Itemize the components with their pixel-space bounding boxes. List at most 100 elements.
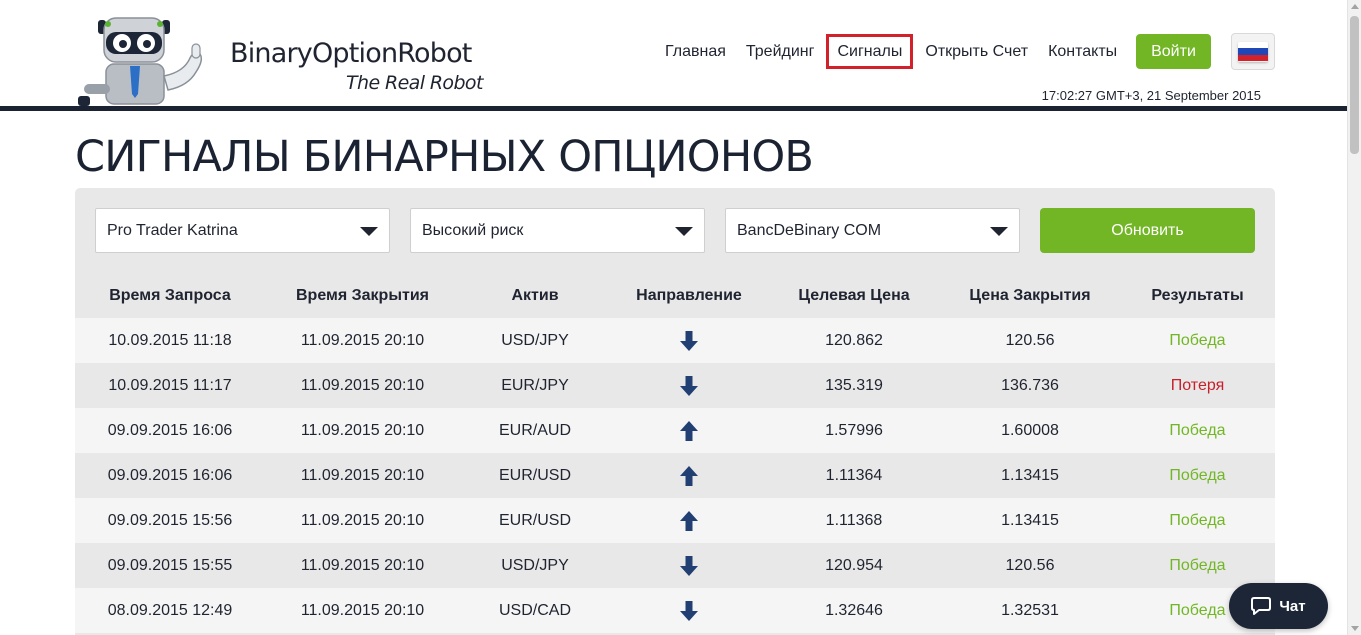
cell-close-time: 11.09.2015 20:10 (300, 376, 425, 394)
brand-tagline: The Real Robot (346, 72, 483, 94)
cell-request-time: 09.09.2015 15:55 (107, 556, 233, 574)
cell-close-price: 120.56 (1005, 556, 1055, 574)
cell-close-time: 11.09.2015 20:10 (300, 511, 425, 529)
column-header-target-price: Целевая Цена (798, 287, 910, 304)
server-datetime: 17:02:27 GMT+3, 21 September 2015 (1041, 88, 1261, 103)
table-row: 09.09.2015 15:55 11.09.2015 20:10 USD/JPY 1… (75, 543, 1275, 588)
cell-close-price: 1.13415 (1001, 511, 1059, 529)
cell-close-time: 11.09.2015 20:10 (300, 556, 425, 574)
column-header-close-price: Цена Закрытия (969, 287, 1091, 304)
cell-direction (610, 510, 768, 532)
cell-close-price: 1.32531 (1001, 601, 1059, 619)
cell-target-price: 120.862 (825, 331, 883, 349)
russia-flag-icon (1238, 41, 1268, 62)
cell-request-time: 09.09.2015 16:06 (107, 421, 233, 439)
scroll-down-arrow-icon[interactable] (1351, 626, 1359, 631)
cell-result: Победа (1169, 331, 1226, 349)
cell-request-time: 09.09.2015 16:06 (107, 466, 233, 484)
page-scrollbar[interactable] (1347, 0, 1361, 635)
cell-direction (610, 465, 768, 487)
table-row: 09.09.2015 16:06 11.09.2015 20:10 EUR/AUD 1… (75, 408, 1275, 453)
cell-close-time: 11.09.2015 20:10 (300, 466, 425, 484)
chevron-down-icon (360, 227, 378, 236)
table-row: 08.09.2015 12:49 11.09.2015 20:10 USD/CAD 1… (75, 588, 1275, 633)
signals-panel: Pro Trader Katrina Высокий риск BancDeBi… (75, 188, 1275, 635)
broker-select[interactable]: BancDeBinary COM (725, 208, 1020, 253)
signals-table-body: 10.09.2015 11:18 11.09.2015 20:10 USD/JPY 1… (75, 318, 1275, 633)
cell-result: Победа (1169, 556, 1226, 574)
broker-select-value: BancDeBinary COM (737, 222, 882, 239)
cell-asset: EUR/AUD (498, 421, 571, 439)
column-header-close-time: Время Закрытия (295, 287, 429, 304)
nav-item-home[interactable]: Главная (655, 34, 736, 69)
column-header-request-time: Время Запроса (109, 287, 231, 304)
cell-close-price: 1.13415 (1001, 466, 1059, 484)
cell-target-price: 1.11368 (825, 511, 883, 529)
chat-bubble-icon (1251, 597, 1272, 615)
arrow-up-icon (680, 510, 698, 531)
cell-target-price: 120.954 (825, 556, 883, 574)
signals-table-header: Время Запроса Время Закрытия Актив Напра… (75, 273, 1275, 318)
nav-item-trading[interactable]: Трейдинг (736, 34, 825, 69)
table-row: 09.09.2015 16:06 11.09.2015 20:10 EUR/USD 1… (75, 453, 1275, 498)
chat-label: Чат (1279, 597, 1306, 615)
cell-close-time: 11.09.2015 20:10 (300, 421, 425, 439)
arrow-down-icon (680, 375, 698, 396)
brand-name: BinaryOptionRobot (230, 38, 472, 69)
arrow-down-icon (680, 330, 698, 351)
cell-target-price: 1.32646 (825, 601, 883, 619)
cell-asset: EUR/USD (498, 466, 571, 484)
refresh-button[interactable]: Обновить (1040, 208, 1255, 253)
cell-asset: USD/CAD (498, 601, 571, 619)
trader-select-value: Pro Trader Katrina (107, 222, 238, 239)
cell-request-time: 10.09.2015 11:18 (108, 331, 232, 349)
cell-result: Победа (1169, 511, 1226, 529)
main-nav: Главная Трейдинг Сигналы Открыть Счет Ко… (655, 34, 1127, 69)
cell-asset: USD/JPY (501, 556, 569, 574)
page-title: СИГНАЛЫ БИНАРНЫХ ОПЦИОНОВ (75, 132, 814, 182)
cell-request-time: 09.09.2015 15:56 (107, 511, 233, 529)
nav-item-contacts[interactable]: Контакты (1038, 34, 1127, 69)
cell-result: Победа (1169, 466, 1226, 484)
cell-direction (610, 600, 768, 622)
table-row: 10.09.2015 11:18 11.09.2015 20:10 USD/JPY 1… (75, 318, 1275, 363)
scroll-up-arrow-icon[interactable] (1351, 4, 1359, 9)
cell-target-price: 1.11364 (825, 466, 883, 484)
chevron-down-icon (990, 227, 1008, 236)
scrollbar-thumb[interactable] (1350, 16, 1359, 154)
cell-direction (610, 375, 768, 397)
cell-close-price: 120.56 (1005, 331, 1055, 349)
cell-result: Потеря (1170, 376, 1225, 394)
risk-select-value: Высокий риск (422, 222, 524, 239)
cell-close-time: 11.09.2015 20:10 (300, 601, 425, 619)
cell-asset: USD/JPY (501, 331, 569, 349)
chevron-down-icon (675, 227, 693, 236)
cell-request-time: 08.09.2015 12:49 (107, 601, 233, 619)
risk-select[interactable]: Высокий риск (410, 208, 705, 253)
cell-close-price: 136.736 (1001, 376, 1059, 394)
header-divider (0, 106, 1347, 111)
arrow-up-icon (680, 465, 698, 486)
table-row: 09.09.2015 15:56 11.09.2015 20:10 EUR/USD 1… (75, 498, 1275, 543)
nav-item-open-account[interactable]: Открыть Счет (915, 34, 1038, 69)
chat-button[interactable]: Чат (1229, 583, 1328, 629)
cell-close-time: 11.09.2015 20:10 (300, 331, 425, 349)
robot-mascot-icon (78, 17, 203, 106)
arrow-up-icon (680, 420, 698, 441)
cell-direction (610, 420, 768, 442)
site-header: BinaryOptionRobot The Real Robot Главная… (0, 0, 1347, 106)
cell-request-time: 10.09.2015 11:17 (108, 376, 232, 394)
table-row: 10.09.2015 11:17 11.09.2015 20:10 EUR/JPY 1… (75, 363, 1275, 408)
cell-target-price: 135.319 (825, 376, 883, 394)
trader-select[interactable]: Pro Trader Katrina (95, 208, 390, 253)
cell-direction (610, 330, 768, 352)
column-header-results: Результаты (1151, 287, 1244, 304)
arrow-down-icon (680, 600, 698, 621)
language-selector[interactable] (1231, 33, 1275, 70)
nav-item-signals[interactable]: Сигналы (826, 34, 914, 69)
site-logo[interactable]: BinaryOptionRobot The Real Robot (76, 14, 483, 108)
cell-asset: EUR/USD (498, 511, 571, 529)
cell-result: Победа (1169, 421, 1226, 439)
column-header-asset: Актив (511, 287, 559, 304)
login-button[interactable]: Войти (1136, 34, 1211, 69)
